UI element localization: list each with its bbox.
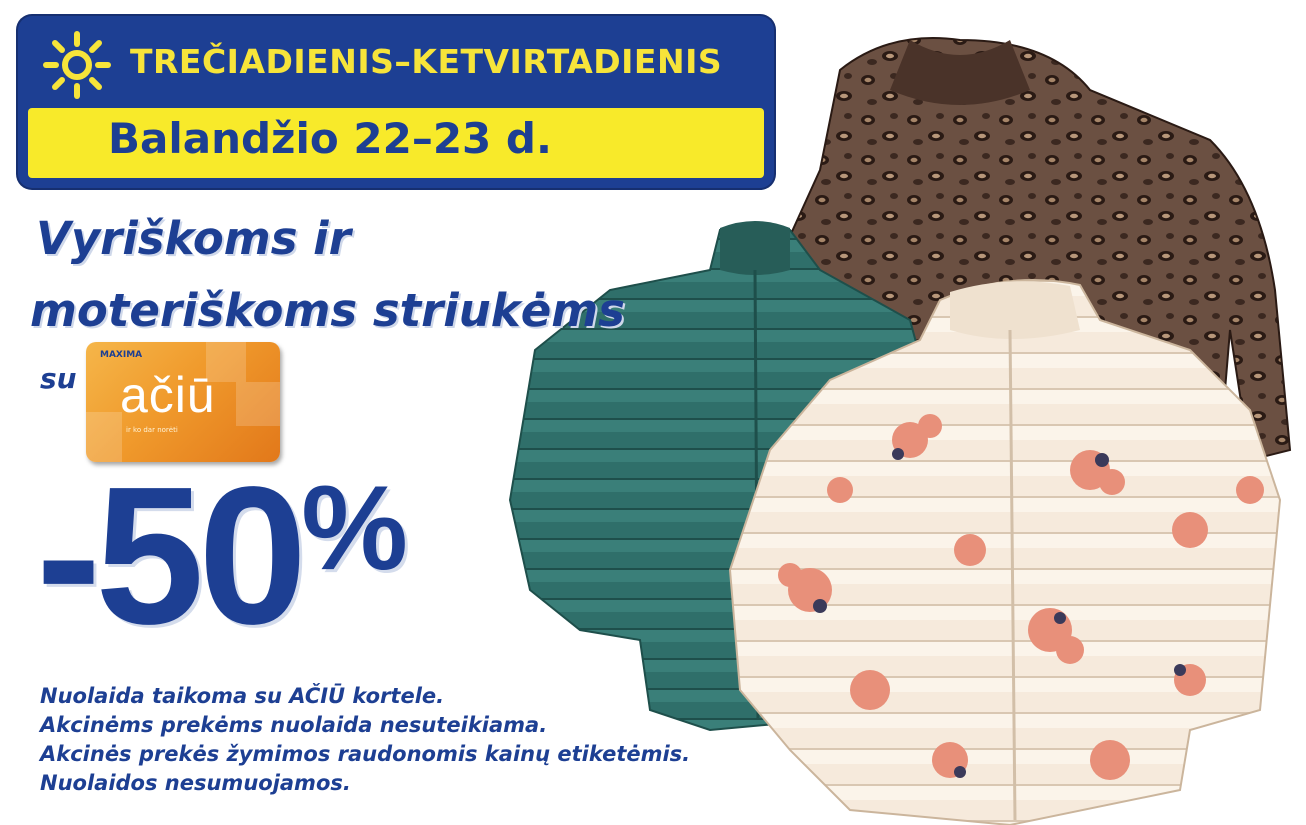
card-brand-logo: MAXIMA <box>100 350 143 360</box>
date-label: Balandžio 22–23 d. <box>108 114 552 163</box>
headline-line-2: moteriškoms striukėms <box>30 284 625 337</box>
card-decor <box>236 382 280 426</box>
card-prefix: su <box>40 362 77 395</box>
note-line: Akcinėms prekėms nuolaida nesuteikiama. <box>40 713 548 737</box>
date-band: Balandžio 22–23 d. <box>28 108 764 178</box>
loyalty-card: MAXIMA ačiū ir ko dar norėti <box>86 342 280 462</box>
note-line: Nuolaidos nesumuojamos. <box>40 771 351 795</box>
notes: Nuolaida taikoma su AČIŪ kortele. Akcinė… <box>40 682 690 798</box>
discount-label: -50% <box>36 458 408 654</box>
promo-banner: TREČIADIENIS–KETVIRTADIENIS Balandžio 22… <box>0 0 1306 825</box>
card-subtitle: ir ko dar norėti <box>126 426 178 434</box>
sun-icon <box>43 31 111 99</box>
note-line: Nuolaida taikoma su AČIŪ kortele. <box>40 684 445 708</box>
discount-unit: % <box>301 461 408 595</box>
days-label: TREČIADIENIS–KETVIRTADIENIS <box>130 42 723 81</box>
card-word: ačiū <box>120 367 216 423</box>
headline-line-1: Vyriškoms ir <box>36 212 351 265</box>
header-box: TREČIADIENIS–KETVIRTADIENIS Balandžio 22… <box>18 16 774 188</box>
discount-value: -50 <box>36 446 307 665</box>
note-line: Akcinės prekės žymimos raudonomis kainų … <box>40 742 691 766</box>
